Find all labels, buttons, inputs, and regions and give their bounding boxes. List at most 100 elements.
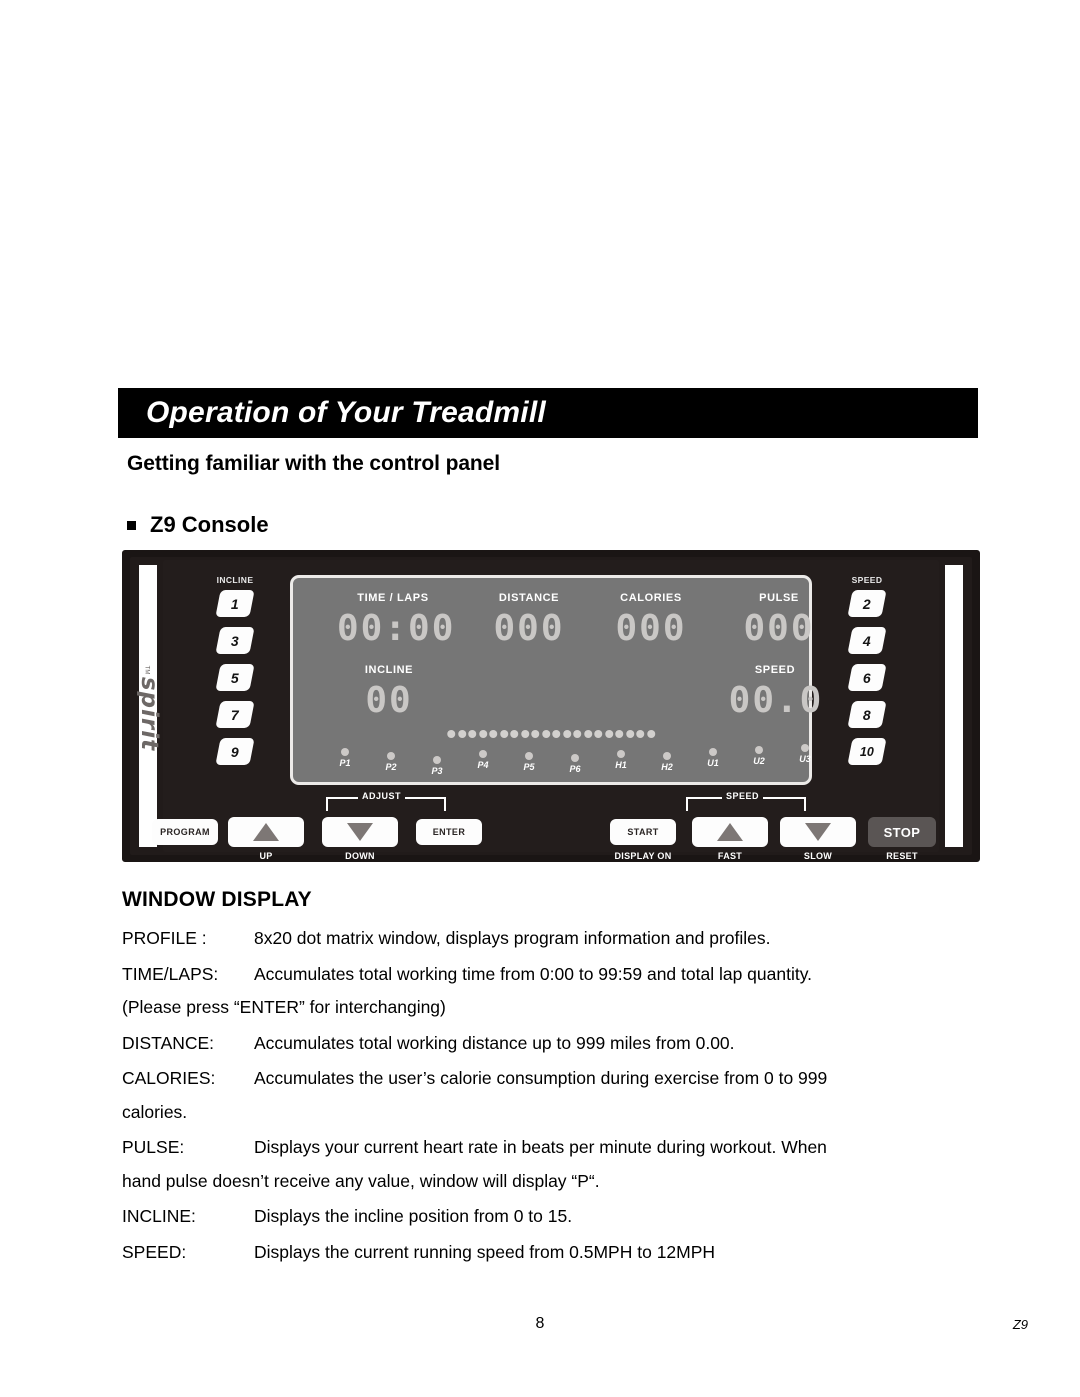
matrix-dot — [499, 730, 508, 738]
definition-term: CALORIES: — [122, 1068, 216, 1088]
page-subtitle: Getting familiar with the control panel — [127, 452, 500, 475]
incline-key-7[interactable]: 7 — [215, 701, 255, 728]
adjust-up-sublabel: UP — [259, 851, 273, 861]
bullet-heading: Z9 Console — [127, 512, 269, 538]
definition-term: SPEED: — [122, 1241, 187, 1262]
speed-key-10[interactable]: 10 — [847, 738, 887, 765]
incline-key-7-label: 7 — [231, 706, 239, 723]
speed-column-label: SPEED — [851, 575, 883, 585]
led-label: U3 — [799, 754, 811, 764]
lcd-label-distance: DISTANCE — [498, 592, 560, 604]
document-page: Operation of Your Treadmill Getting fami… — [0, 0, 1080, 1397]
incline-key-3[interactable]: 3 — [215, 627, 255, 654]
matrix-dot — [510, 730, 519, 738]
program-button-label: PROGRAM — [160, 827, 210, 837]
definition-continuation: calories. — [122, 1101, 188, 1122]
trademark-icon: TM — [143, 665, 150, 675]
incline-key-1[interactable]: 1 — [215, 590, 255, 617]
footer-model: Z9 — [1012, 1317, 1028, 1332]
definition-continuation: hand pulse doesn’t receive any value, wi… — [122, 1170, 600, 1191]
led-dot-icon — [709, 748, 717, 756]
led-label: H1 — [615, 760, 627, 770]
adjust-up-button[interactable] — [228, 817, 304, 847]
stop-button[interactable]: STOP — [868, 817, 936, 847]
lcd-value-distance: 000 — [493, 608, 565, 649]
lcd-window: TIME / LAPS 00:00 DISTANCE 000 CALORIES … — [290, 575, 821, 785]
definition-row: INCLINE: Displays the incline position fr… — [122, 1206, 982, 1226]
enter-button[interactable]: ENTER — [416, 819, 482, 845]
triangle-up-icon — [253, 823, 279, 841]
page-number: 8 — [535, 1315, 545, 1332]
lcd-label-time-laps: TIME / LAPS — [357, 592, 429, 604]
speed-fast-sublabel: FAST — [717, 851, 743, 861]
matrix-dot — [625, 730, 634, 738]
incline-key-3-label: 3 — [231, 632, 239, 649]
definition-row: DISTANCE: Accumulates total working dista… — [122, 1032, 982, 1053]
led-label: U1 — [707, 758, 719, 768]
matrix-dot — [478, 730, 487, 738]
led-indicator-h2: H2 — [653, 752, 681, 772]
matrix-dot — [573, 730, 582, 738]
definition-description: Accumulates total working distance up to… — [254, 1032, 735, 1053]
triangle-down-icon — [347, 823, 373, 841]
speed-key-4[interactable]: 4 — [847, 627, 887, 654]
matrix-dot — [646, 730, 655, 738]
matrix-dot — [583, 730, 592, 738]
definition-row: PROFILE : 8x20 dot matrix window, display… — [122, 929, 982, 948]
definition-continuation: (Please press “ENTER” for interchanging) — [122, 997, 446, 1017]
console-illustration: spirit TM INCLINE 1 3 5 7 9 SPEED 2 4 6 … — [122, 550, 980, 862]
triangle-up-icon — [717, 823, 743, 841]
led-indicator-row: P1 P2 P3 P4 P5 P6 H1 H2 U1 U2 U3 — [307, 744, 811, 780]
led-label: P4 — [477, 760, 489, 770]
led-label: P2 — [385, 762, 397, 772]
incline-key-5-label: 5 — [231, 669, 239, 686]
adjust-bracket-label: ADJUST — [358, 791, 406, 801]
led-indicator-u2: U2 — [745, 746, 773, 766]
matrix-dot — [552, 730, 561, 738]
speed-slow-button[interactable] — [780, 817, 856, 847]
page-title: Operation of Your Treadmill — [146, 396, 546, 429]
stop-button-label: STOP — [883, 824, 921, 840]
lcd-label-pulse: PULSE — [759, 592, 799, 604]
console-control-row: ADJUST SPEED PROGRAM UP DOWN ENTER START… — [130, 791, 972, 861]
led-indicator-u1: U1 — [699, 748, 727, 768]
definition-description: Displays the incline position from 0 to … — [254, 1206, 573, 1226]
speed-key-2-label: 2 — [863, 595, 871, 612]
definition-term: TIME/LAPS: — [122, 963, 219, 984]
led-dot-icon — [525, 752, 533, 760]
incline-key-9[interactable]: 9 — [215, 738, 255, 765]
matrix-dot — [604, 730, 613, 738]
matrix-dot — [541, 730, 550, 738]
adjust-down-button[interactable] — [322, 817, 398, 847]
incline-quick-keys: INCLINE 1 3 5 7 9 — [212, 575, 258, 775]
led-label: P6 — [569, 764, 581, 774]
triangle-down-icon — [805, 823, 831, 841]
led-dot-icon — [755, 746, 763, 754]
led-label: U2 — [753, 756, 765, 766]
incline-key-1-label: 1 — [231, 595, 239, 612]
definition-row: CALORIES: Accumulates the user’s calorie … — [122, 1068, 982, 1088]
bullet-heading-label: Z9 Console — [150, 512, 269, 537]
stop-button-sublabel: RESET — [886, 851, 918, 861]
speed-key-8[interactable]: 8 — [847, 701, 887, 728]
led-dot-icon — [341, 748, 349, 756]
page-title-bar: Operation of Your Treadmill — [118, 388, 978, 438]
speed-key-6[interactable]: 6 — [847, 664, 887, 691]
matrix-dot — [594, 730, 603, 738]
led-label: P1 — [339, 758, 351, 768]
definition-row: TIME/LAPS: Accumulates total working time… — [122, 963, 982, 984]
definition-description: Displays your current heart rate in beat… — [254, 1137, 827, 1157]
led-indicator-u3: U3 — [791, 744, 819, 764]
definition-description: Displays the current running speed from … — [254, 1241, 716, 1262]
led-dot-icon — [571, 754, 579, 762]
lcd-value-pulse: 000 — [743, 608, 815, 649]
lcd-value-calories: 000 — [615, 608, 687, 649]
matrix-dot — [562, 730, 571, 738]
incline-key-5[interactable]: 5 — [215, 664, 255, 691]
speed-bracket-label: SPEED — [722, 791, 764, 801]
speed-fast-button[interactable] — [692, 817, 768, 847]
start-button[interactable]: START — [610, 819, 676, 845]
program-button[interactable]: PROGRAM — [152, 819, 218, 845]
led-dot-icon — [617, 750, 625, 758]
speed-key-2[interactable]: 2 — [847, 590, 887, 617]
